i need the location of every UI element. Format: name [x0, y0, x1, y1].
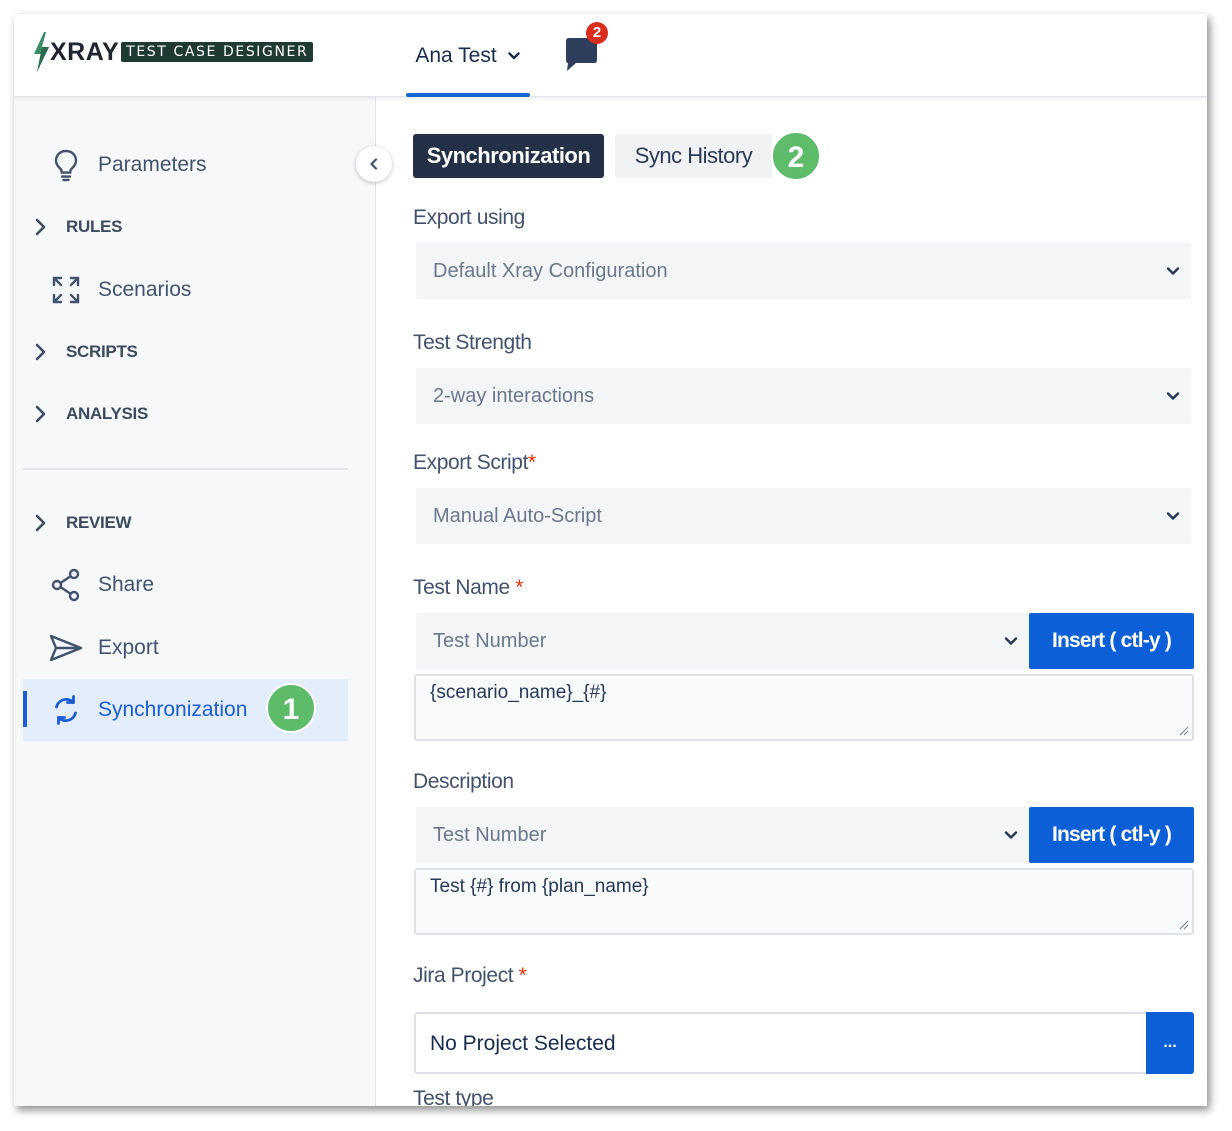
- sidebar-item-label: RULES: [66, 217, 123, 236]
- lightbulb-icon: [47, 146, 85, 184]
- sidebar-item-label: ANALYSIS: [66, 404, 148, 423]
- chevron-right-icon: [35, 514, 46, 532]
- test-strength-label: Test Strength: [413, 331, 532, 354]
- textarea-value: {scenario_name}_{#}: [430, 682, 607, 703]
- sidebar-item-label: Share: [98, 573, 155, 596]
- export-using-select[interactable]: Default Xray Configuration: [416, 243, 1191, 299]
- select-value: Test Number: [433, 823, 547, 846]
- chevron-left-icon: [370, 158, 378, 170]
- jira-project-label: Jira Project *: [413, 964, 527, 988]
- test-name-insert-button[interactable]: Insert ( ctl-y ): [1029, 613, 1194, 669]
- sidebar-item-review[interactable]: REVIEW: [23, 492, 348, 554]
- main-content: Synchronization Sync History 2 Export us…: [376, 97, 1207, 1106]
- textarea-value: Test {#} from {plan_name}: [430, 876, 649, 897]
- select-value: Default Xray Configuration: [433, 259, 668, 282]
- description-textarea[interactable]: Test {#} from {plan_name}: [414, 868, 1194, 935]
- bolt-icon: [34, 32, 49, 72]
- required-mark: *: [515, 576, 523, 599]
- active-indicator: [23, 691, 27, 727]
- sidebar-item-parameters[interactable]: Parameters: [23, 134, 348, 196]
- test-type-label: Test type: [413, 1087, 494, 1106]
- sidebar-divider: [23, 468, 348, 470]
- test-name-textarea[interactable]: {scenario_name}_{#}: [414, 674, 1194, 741]
- chevron-down-icon: [1166, 512, 1180, 520]
- test-name-variable-select[interactable]: Test Number: [416, 613, 1029, 669]
- sidebar-item-scripts[interactable]: SCRIPTS: [23, 321, 348, 383]
- chevron-right-icon: [35, 343, 46, 361]
- user-name: Ana Test: [415, 43, 497, 67]
- sidebar-item-scenarios[interactable]: Scenarios: [23, 259, 348, 321]
- notification-count-badge: 2: [586, 22, 608, 44]
- active-nav-underline: [406, 93, 530, 97]
- chevron-down-icon: [1004, 831, 1018, 839]
- tab-sync-history[interactable]: Sync History: [615, 134, 772, 178]
- export-script-select[interactable]: Manual Auto-Script: [416, 488, 1191, 544]
- sidebar-item-share[interactable]: Share: [23, 554, 348, 616]
- chevron-down-icon: [1166, 267, 1180, 275]
- select-value: Test Number: [433, 629, 547, 652]
- sidebar-item-label: Scenarios: [98, 278, 192, 301]
- sync-icon: [47, 691, 85, 729]
- sidebar-item-label: Synchronization: [98, 698, 248, 721]
- test-name-label: Test Name *: [413, 576, 523, 600]
- sidebar-item-label: Parameters: [98, 153, 207, 176]
- required-mark: *: [528, 451, 536, 474]
- export-script-label: Export Script*: [413, 451, 536, 475]
- resize-grip-icon[interactable]: [1177, 918, 1189, 930]
- select-value: Manual Auto-Script: [433, 504, 602, 527]
- callout-badge-2: 2: [771, 131, 821, 181]
- field-label-text: Test Name: [413, 576, 510, 599]
- chevron-right-icon: [35, 405, 46, 423]
- select-value: 2-way interactions: [433, 384, 595, 407]
- resize-grip-icon[interactable]: [1177, 724, 1189, 736]
- send-icon: [47, 629, 85, 667]
- field-label-text: Export Script: [413, 451, 529, 474]
- sidebar-item-rules[interactable]: RULES: [23, 196, 348, 258]
- callout-badge-1: 1: [266, 683, 316, 733]
- sidebar-item-label: REVIEW: [66, 513, 132, 532]
- jira-project-field[interactable]: No Project Selected: [414, 1012, 1149, 1074]
- required-mark: *: [518, 964, 527, 987]
- chevron-right-icon: [35, 218, 46, 236]
- xray-logo[interactable]: XRAY TEST CASE DESIGNER: [30, 30, 314, 74]
- field-label-text: Jira Project: [413, 964, 514, 987]
- sidebar-item-export[interactable]: Export: [23, 617, 348, 679]
- chevron-down-icon: [1166, 392, 1180, 400]
- jira-project-browse-button[interactable]: ...: [1146, 1012, 1194, 1074]
- user-menu[interactable]: Ana Test: [406, 14, 530, 97]
- share-icon: [47, 566, 85, 604]
- sidebar-item-label: Export: [98, 636, 159, 659]
- description-label: Description: [413, 770, 514, 793]
- app-window: XRAY TEST CASE DESIGNER Ana Test 2 Param…: [14, 14, 1207, 1106]
- chevron-down-icon: [1004, 637, 1018, 645]
- logo-wordmark: XRAY: [50, 37, 120, 66]
- description-insert-button[interactable]: Insert ( ctl-y ): [1029, 807, 1194, 863]
- collapse-sidebar-button[interactable]: [356, 146, 392, 182]
- logo-product-badge: TEST CASE DESIGNER: [121, 42, 314, 62]
- export-using-label: Export using: [413, 206, 525, 229]
- sidebar-item-label: SCRIPTS: [66, 342, 138, 361]
- expand-icon: [47, 271, 85, 309]
- test-strength-select[interactable]: 2-way interactions: [416, 368, 1191, 424]
- tab-synchronization[interactable]: Synchronization: [413, 134, 604, 178]
- chevron-down-icon: [507, 51, 520, 59]
- jira-project-value: No Project Selected: [430, 1032, 616, 1055]
- sidebar-item-analysis[interactable]: ANALYSIS: [23, 383, 348, 445]
- description-variable-select[interactable]: Test Number: [416, 807, 1029, 863]
- sidebar: Parameters RULES Scenarios SCRIPTS ANALY…: [14, 97, 376, 1106]
- top-header: XRAY TEST CASE DESIGNER Ana Test 2: [14, 14, 1207, 97]
